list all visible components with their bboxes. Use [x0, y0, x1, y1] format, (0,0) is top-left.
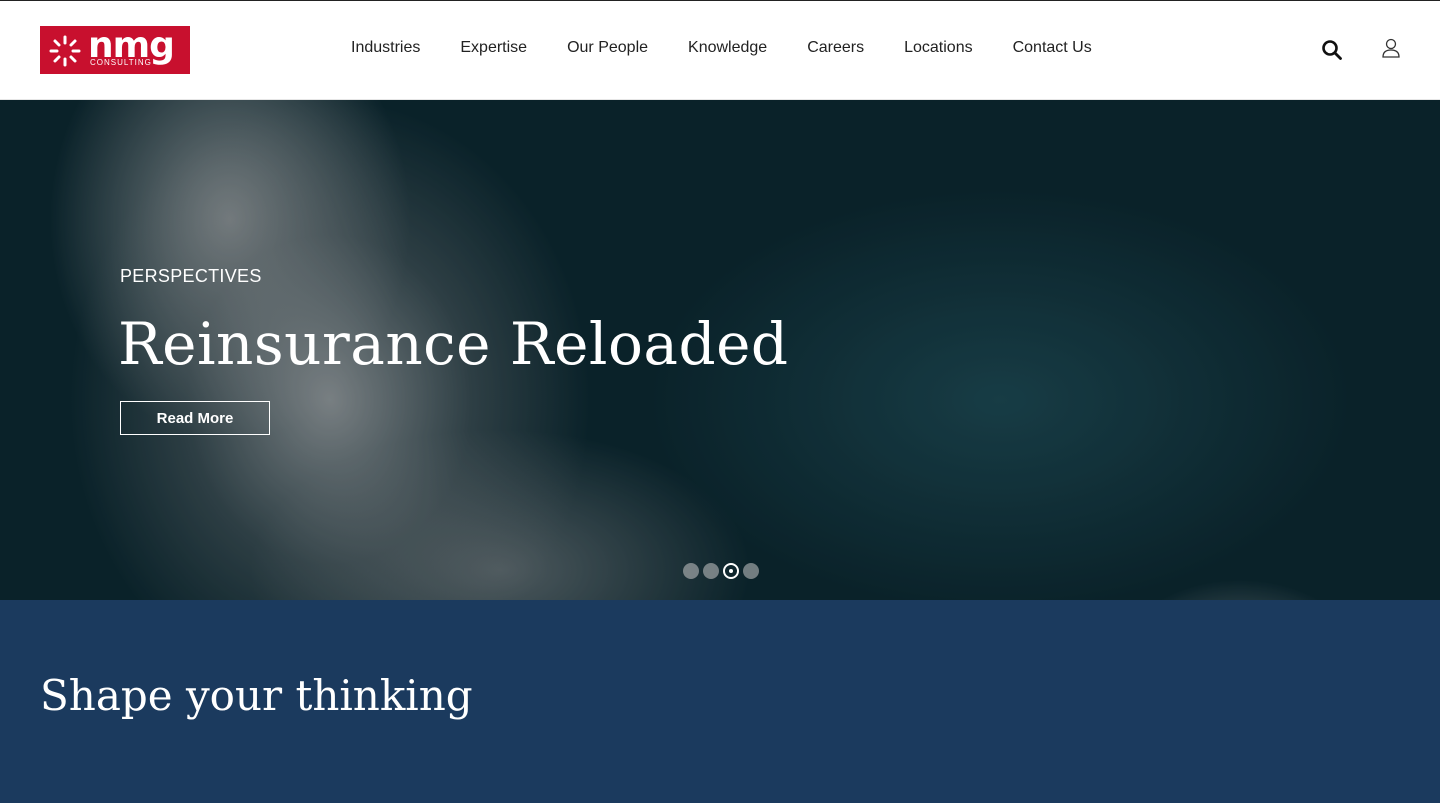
- nav-item-our-people[interactable]: Our People: [547, 38, 668, 58]
- carousel-dot-1[interactable]: [683, 563, 699, 579]
- nav-item-contact-us[interactable]: Contact Us: [993, 38, 1112, 58]
- nmg-logo[interactable]: nmg CONSULTING: [40, 26, 190, 74]
- main-nav: Industries Expertise Our People Knowledg…: [331, 1, 1112, 99]
- account-button[interactable]: [1380, 37, 1404, 61]
- nav-item-expertise[interactable]: Expertise: [440, 38, 547, 58]
- nav-item-industries[interactable]: Industries: [331, 38, 440, 58]
- user-icon: [1382, 38, 1400, 58]
- site-header: nmg CONSULTING Industries Expertise Our …: [0, 1, 1440, 100]
- search-button[interactable]: [1321, 39, 1345, 63]
- logo-subtitle: CONSULTING: [90, 58, 152, 67]
- carousel-dot-2[interactable]: [703, 563, 719, 579]
- section-title: Shape your thinking: [40, 671, 473, 720]
- nav-item-knowledge[interactable]: Knowledge: [668, 38, 787, 58]
- read-more-button[interactable]: Read More: [120, 401, 270, 435]
- carousel-dots: [683, 563, 759, 579]
- carousel-dot-4[interactable]: [743, 563, 759, 579]
- sunburst-logo-icon: [49, 35, 81, 67]
- carousel-dot-3[interactable]: [723, 563, 739, 579]
- hero-carousel: PERSPECTIVES Reinsurance Reloaded Read M…: [0, 100, 1440, 600]
- search-icon: [1322, 40, 1342, 60]
- shape-your-thinking-section: Shape your thinking: [0, 600, 1440, 803]
- nav-item-locations[interactable]: Locations: [884, 38, 993, 58]
- hero-title: Reinsurance Reloaded: [118, 310, 789, 378]
- nav-item-careers[interactable]: Careers: [787, 38, 884, 58]
- hero-eyebrow: PERSPECTIVES: [120, 266, 262, 286]
